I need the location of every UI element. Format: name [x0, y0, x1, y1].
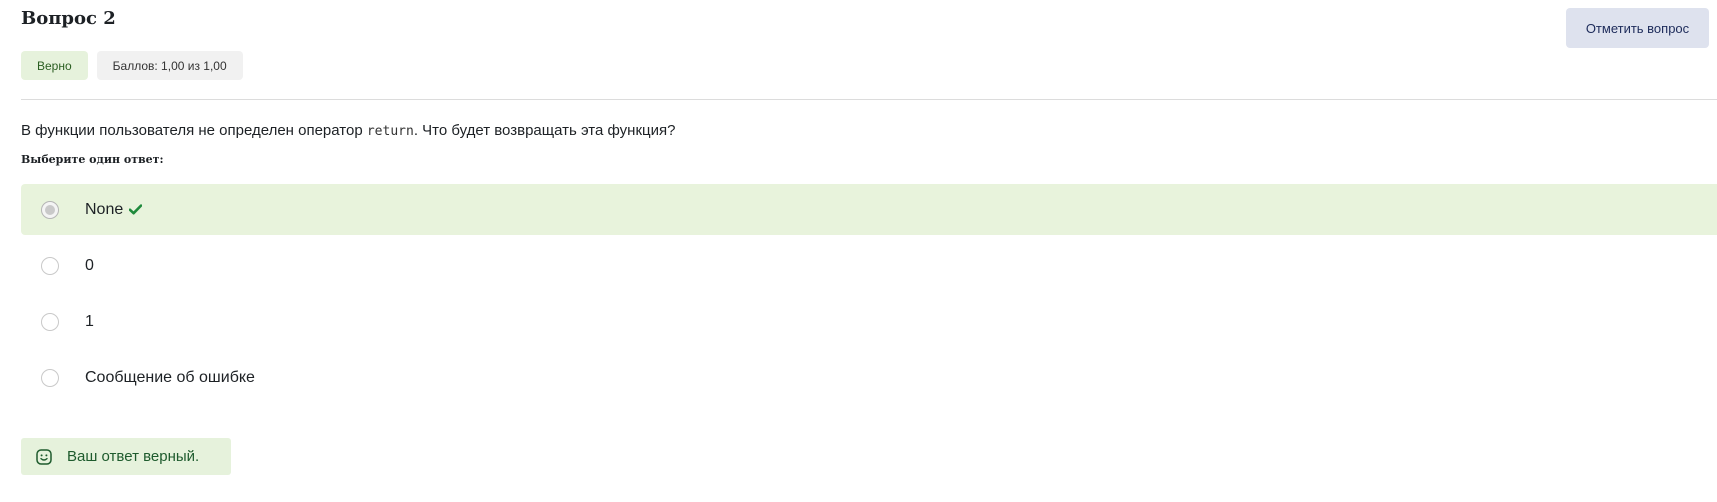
question-code: return: [366, 124, 414, 139]
answer-option[interactable]: None: [21, 184, 1717, 235]
check-icon: [129, 204, 143, 215]
answer-radio[interactable]: [41, 312, 59, 331]
answer-option[interactable]: Сообщение об ошибке: [21, 352, 1717, 403]
answer-radio[interactable]: [41, 368, 59, 387]
question-text: В функции пользователя не определен опер…: [21, 122, 675, 139]
answer-radio[interactable]: [41, 256, 59, 275]
state-badge: Верно: [21, 51, 88, 80]
answer-prompt: Выберите один ответ:: [21, 153, 164, 166]
answer-label: 0: [85, 256, 94, 274]
question-text-after: . Что будет возвращать эта функция?: [413, 122, 676, 139]
answer-label: None: [85, 200, 124, 218]
answer-list: None 0 1 Сообщение об ошибке: [21, 184, 1717, 408]
question-title: Вопрос 2: [21, 8, 116, 29]
question-text-before: В функции пользователя не определен опер…: [21, 122, 367, 139]
divider: [21, 99, 1717, 100]
grade-badge: Баллов: 1,00 из 1,00: [96, 51, 243, 80]
answer-option[interactable]: 0: [21, 240, 1717, 291]
smile-icon: [36, 448, 52, 465]
flag-question-button[interactable]: Отметить вопрос: [1566, 8, 1709, 48]
answer-label-wrap: None: [85, 200, 143, 219]
question-info: Верно Баллов: 1,00 из 1,00: [21, 51, 243, 80]
answer-label: 1: [85, 312, 94, 330]
answer-radio[interactable]: [41, 200, 59, 219]
feedback-text: Ваш ответ верный.: [67, 448, 200, 465]
answer-option[interactable]: 1: [21, 296, 1717, 347]
feedback-box: Ваш ответ верный.: [21, 438, 231, 475]
answer-label: Сообщение об ошибке: [85, 368, 255, 386]
